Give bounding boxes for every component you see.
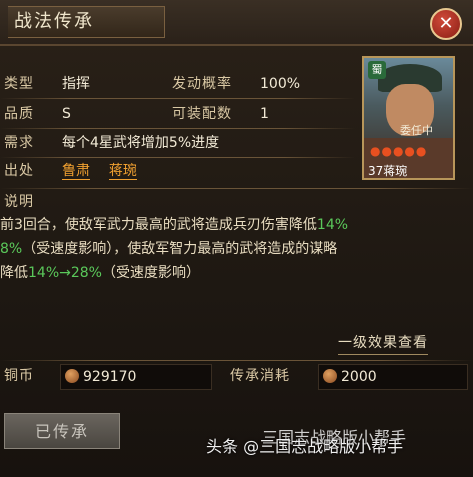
rate-label: 发动概率 [172, 76, 232, 92]
equip-value: 1 [260, 106, 269, 122]
desc-text: 降低 [0, 265, 28, 281]
page-title: 战法传承 [8, 6, 165, 38]
general-card[interactable]: 蜀 委任中 ●●●●● 37蒋琬 [362, 56, 455, 180]
requirement-label: 需求 [4, 135, 34, 151]
quality-label: 品质 [4, 106, 34, 122]
description-text: 前3回合，使敌军武力最高的武将造成兵刃伤害降低14% 8%（受速度影响），使敌军… [0, 213, 455, 285]
type-row: 类型 [4, 72, 34, 96]
copper-value: 929170 [83, 369, 137, 385]
description-line: 8%（受速度影响），使敌军智力最高的武将造成的谋略 [0, 237, 455, 261]
desc-value: 8% [0, 241, 23, 257]
desc-value: 14%→28% [28, 265, 102, 281]
assignment-status: 委任中 [400, 124, 433, 137]
description-line: 前3回合，使敌军武力最高的武将造成兵刃伤害降低14% [0, 213, 455, 237]
inherit-cost-label: 传承消耗 [230, 368, 290, 384]
source-label: 出处 [4, 163, 34, 179]
divider [0, 360, 473, 361]
description-heading: 说明 [4, 194, 34, 210]
watermark-text: @三国志战略版小帮手 [243, 437, 404, 456]
watermark: 头条 @三国志战略版小帮手 [206, 433, 403, 457]
source-link-lusu[interactable]: 鲁肃 [62, 163, 90, 180]
divider [0, 98, 355, 99]
desc-text: （受速度影响），使敌军智力最高的武将造成的谋略 [22, 241, 338, 257]
watermark-prefix: 头条 [206, 437, 239, 456]
quality-value: S [62, 106, 71, 122]
divider [0, 128, 355, 129]
close-icon: ✕ [438, 13, 454, 34]
equip-label: 可装配数 [172, 106, 232, 122]
view-level1-effect-link[interactable]: 一级效果查看 [338, 332, 428, 355]
star-rating: ●●●●● [370, 144, 428, 158]
coin-icon [323, 369, 337, 383]
inherit-cost-box: 2000 [318, 364, 468, 390]
desc-text: 前3回合，使敌军武力最高的武将造成兵刃伤害降低 [0, 217, 317, 233]
desc-text: （受速度影响） [101, 265, 200, 281]
inherit-cost-value: 2000 [341, 369, 377, 385]
rate-value: 100% [260, 76, 301, 92]
close-button[interactable]: ✕ [430, 8, 462, 40]
requirement-value: 每个4星武将增加5%进度 [62, 135, 220, 151]
inherited-button[interactable]: 已传承 [4, 413, 120, 449]
description-line: 降低14%→28%（受速度影响） [0, 261, 455, 285]
source-list: 鲁肃 蒋琬 [62, 159, 137, 183]
faction-badge: 蜀 [368, 61, 386, 79]
copper-label: 铜币 [4, 368, 34, 384]
divider [0, 188, 473, 189]
source-link-jiangwan[interactable]: 蒋琬 [108, 163, 137, 180]
type-value: 指挥 [62, 76, 90, 92]
desc-value: 14% [316, 217, 349, 233]
inheritance-panel: 战法传承 ✕ 类型 指挥 发动概率 100% 品质 S 可装配数 1 需求 每个… [0, 0, 473, 477]
general-level-name: 37蒋琬 [368, 164, 408, 178]
type-label: 类型 [4, 76, 34, 92]
copper-value-box: 929170 [60, 364, 212, 390]
divider [0, 157, 355, 158]
coin-icon [65, 369, 79, 383]
title-bar: 战法传承 ✕ [0, 0, 473, 46]
